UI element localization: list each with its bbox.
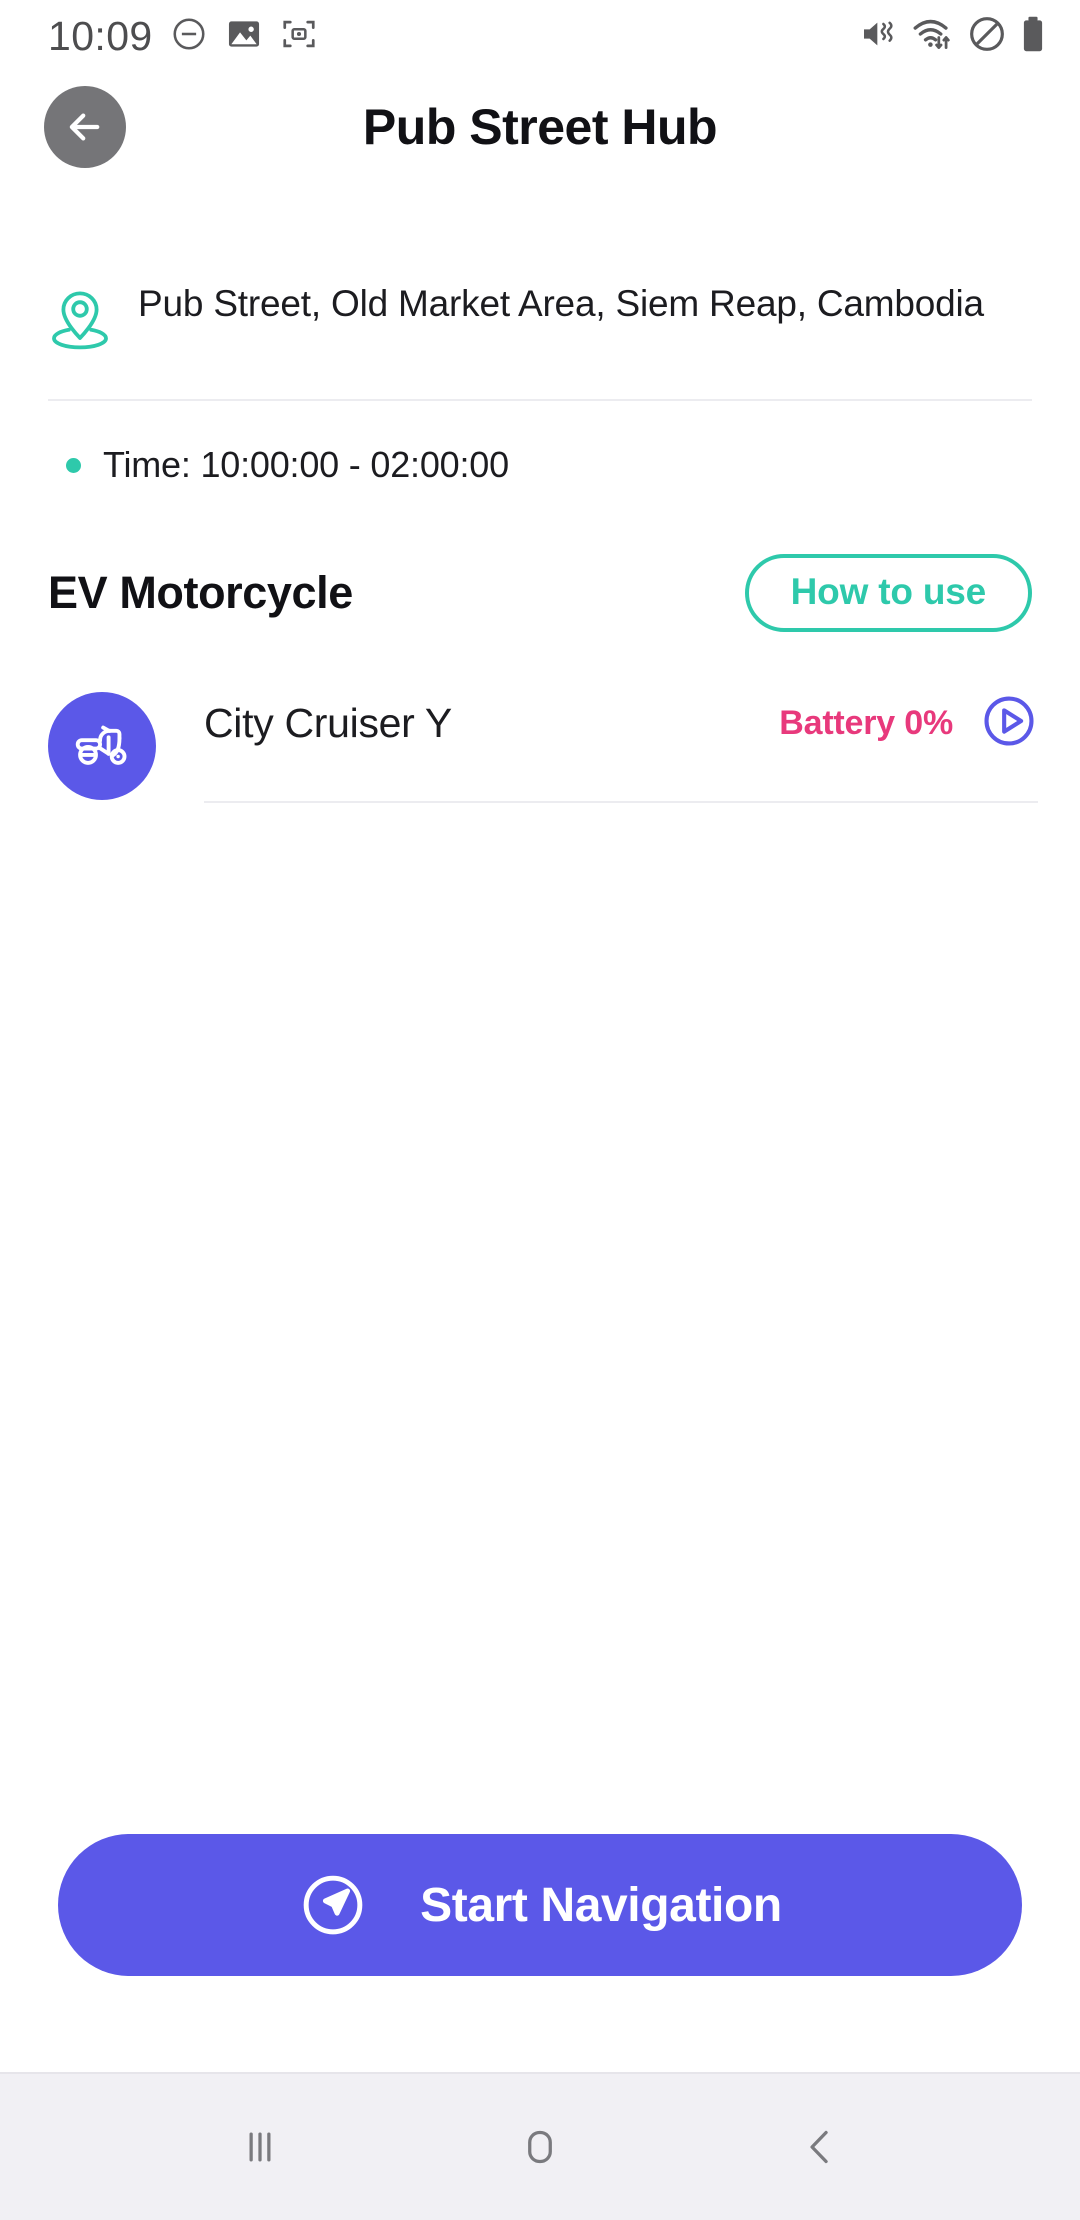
address-text: Pub Street, Old Market Area, Siem Reap, … [138, 283, 984, 324]
play-circle-icon [984, 696, 1034, 746]
home-icon [528, 2130, 552, 2164]
mute-vibrate-icon [859, 14, 899, 59]
time-text: Time: 10:00:00 - 02:00:00 [103, 444, 509, 485]
battery-status: Battery 0% [779, 704, 953, 742]
wifi-data-transfer-icon [912, 14, 954, 59]
battery-icon [1020, 14, 1046, 59]
status-bar-left: 10:09 [48, 13, 318, 60]
status-clock: 10:09 [48, 12, 153, 59]
system-navigation-bar [0, 2072, 1080, 2220]
page-title: Pub Street Hub [362, 99, 718, 155]
status-bar: 10:09 [0, 0, 1080, 72]
home-button[interactable] [480, 2087, 600, 2207]
section-header: EV Motorcycle How to use [0, 486, 1080, 632]
time-bullet-icon [66, 457, 81, 473]
section-title: EV Motorcycle [48, 567, 353, 618]
vehicle-list-item[interactable]: City Cruiser Y Battery 0% [0, 632, 1080, 803]
start-navigation-label: Start Navigation [420, 1878, 782, 1932]
recents-icon [249, 2132, 271, 2162]
cta-container: Start Navigation [0, 1834, 1080, 2072]
how-to-use-button[interactable]: How to use [744, 554, 1032, 632]
do-not-disturb-minus-icon [170, 15, 208, 58]
location-pin-icon [48, 278, 112, 359]
no-entry-icon [967, 14, 1007, 59]
recents-button[interactable] [200, 2087, 320, 2207]
back-button[interactable] [44, 86, 126, 168]
status-bar-right [859, 14, 1046, 59]
back-nav-button[interactable] [760, 2087, 880, 2207]
vehicle-row-body: City Cruiser Y Battery 0% [204, 688, 1038, 803]
navigation-arrow-icon [303, 1875, 363, 1935]
image-icon [225, 15, 263, 58]
back-chevron-icon [810, 2130, 828, 2164]
app-screen: 10:09 Pub Street Hub Pub Street, Old Mar… [0, 0, 1080, 2220]
back-arrow-icon [69, 113, 100, 141]
screenshot-capture-icon [280, 15, 318, 58]
avatar [48, 691, 156, 800]
address-row: Pub Street, Old Market Area, Siem Reap, … [0, 182, 1080, 359]
scooter-icon [75, 725, 127, 765]
time-row: Time: 10:00:00 - 02:00:00 [0, 401, 1080, 486]
start-navigation-button[interactable]: Start Navigation [58, 1834, 1022, 1976]
play-button[interactable] [980, 692, 1038, 755]
vehicle-name: City Cruiser Y [204, 700, 452, 746]
app-header: Pub Street Hub [0, 72, 1080, 182]
vehicle-row-actions: Battery 0% [779, 692, 1038, 755]
